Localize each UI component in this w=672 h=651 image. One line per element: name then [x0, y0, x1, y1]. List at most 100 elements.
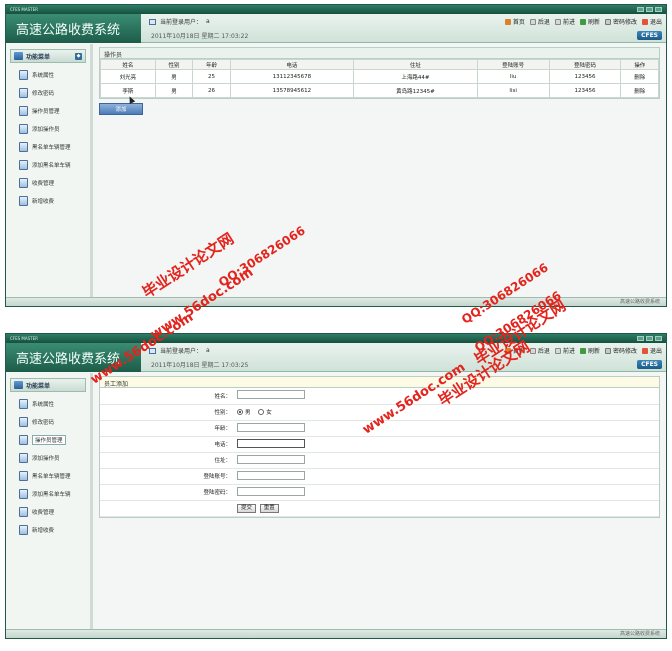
collapse-icon[interactable]: ◆	[75, 52, 82, 60]
table-cell: 13112345678	[229, 69, 355, 84]
phone-input[interactable]	[237, 438, 305, 448]
refresh-button[interactable]: 刷新	[579, 346, 600, 355]
form-row: 住址：	[100, 452, 659, 469]
gender-male-radio[interactable]: 男	[237, 408, 251, 416]
password-input[interactable]	[237, 486, 305, 496]
form-row: 登陆密码：	[100, 484, 659, 501]
change-password-label: 密码修改	[612, 348, 637, 355]
refresh-label: 刷新	[587, 348, 600, 355]
back-button[interactable]: 后退	[529, 346, 550, 355]
address-input[interactable]	[237, 454, 305, 464]
table-cell: 李斯	[100, 83, 156, 98]
maximize-button[interactable]	[646, 336, 653, 341]
close-button[interactable]	[655, 7, 662, 12]
document-icon	[19, 453, 28, 463]
forward-icon	[554, 18, 561, 25]
table-cell: 刘光亮	[100, 69, 156, 84]
sidebar-item-operator-management[interactable]: 操作员管理	[6, 102, 90, 120]
sidebar: 功能菜单 系统属性 修改密码 操作员管理 添加操作员 黑名单车辆管理 添加黑名单…	[6, 373, 93, 629]
document-icon	[19, 124, 28, 134]
sidebar-item-label: 修改密码	[32, 420, 55, 426]
account-input[interactable]	[237, 470, 305, 480]
document-icon	[19, 435, 28, 445]
logout-icon	[641, 347, 648, 354]
home-label: 首页	[512, 348, 525, 355]
sidebar-item-blacklist-management[interactable]: 黑名单车辆管理	[6, 467, 90, 485]
column-header: 年龄	[192, 59, 231, 70]
sidebar-item-add-operator[interactable]: 添加操作员	[6, 449, 90, 467]
back-label: 后退	[537, 348, 550, 355]
name-label: 姓名：	[100, 388, 237, 405]
change-password-button[interactable]: 密码修改	[604, 17, 637, 26]
submit-button[interactable]: 提交	[237, 503, 257, 513]
home-button[interactable]: 首页	[504, 346, 525, 355]
sidebar-item-label: 收费管理	[32, 510, 55, 516]
column-header: 登陆账号	[476, 59, 550, 70]
minimize-button[interactable]	[637, 336, 644, 341]
refresh-label: 刷新	[587, 19, 600, 26]
sidebar-item-add-blacklist[interactable]: 添加黑名单车辆	[6, 156, 90, 174]
home-icon	[504, 18, 511, 25]
home-button[interactable]: 首页	[504, 17, 525, 26]
gender-female-radio[interactable]: 女	[258, 408, 272, 416]
current-date: 2011年10月18日 星期二 17:03:22	[151, 33, 249, 40]
column-header: 登陆密码	[548, 59, 622, 70]
sidebar-item-add-toll[interactable]: 新增收费	[6, 521, 90, 539]
document-icon	[19, 70, 28, 80]
monitor-icon	[149, 18, 156, 25]
add-operator-button[interactable]: 添加	[99, 103, 143, 115]
sidebar-title: 功能菜单	[26, 382, 51, 390]
back-button[interactable]: 后退	[529, 17, 550, 26]
sidebar-item-add-toll[interactable]: 新增收费	[6, 192, 90, 210]
pencil-icon	[604, 347, 611, 354]
sidebar-item-label: 添加操作员	[32, 127, 60, 133]
close-button[interactable]	[655, 336, 662, 341]
panel-title: 员工添加	[100, 377, 659, 388]
sidebar-item-toll-management[interactable]: 收费管理	[6, 503, 90, 521]
form-row: 姓名：	[100, 388, 659, 405]
table-cell: lisi	[476, 83, 550, 98]
window-operator-list: CFES MASTER 高速公路收费系统 当前登录用户： a 2011年10月1…	[5, 4, 667, 307]
name-input[interactable]	[237, 390, 305, 400]
gender-male-label: 男	[245, 409, 251, 416]
back-icon	[529, 347, 536, 354]
sidebar-item-change-password[interactable]: 修改密码	[6, 84, 90, 102]
column-header: 电话	[229, 59, 355, 70]
sidebar-item-add-blacklist[interactable]: 添加黑名单车辆	[6, 485, 90, 503]
address-label: 住址：	[100, 452, 237, 469]
home-icon	[504, 347, 511, 354]
current-user: 当前登录用户： a	[149, 17, 210, 26]
sidebar-item-label: 添加黑名单车辆	[32, 492, 71, 498]
document-icon	[19, 417, 28, 427]
sidebar-item-add-operator[interactable]: 添加操作员	[6, 120, 90, 138]
sidebar-item-blacklist-management[interactable]: 黑名单车辆管理	[6, 138, 90, 156]
forward-button[interactable]: 前进	[554, 17, 575, 26]
forward-button[interactable]: 前进	[554, 346, 575, 355]
minimize-button[interactable]	[637, 7, 644, 12]
status-bar: 高速公路收费系统	[6, 297, 666, 306]
sidebar-item-label: 系统属性	[32, 73, 55, 79]
delete-link[interactable]: 删除	[634, 75, 645, 81]
table-cell: 26	[192, 83, 231, 98]
sidebar-item-label: 修改密码	[32, 91, 55, 97]
maximize-button[interactable]	[646, 7, 653, 12]
toolbar: 首页 后退 前进 刷新 密码修改 退出	[504, 17, 662, 26]
sidebar-item-toll-management[interactable]: 收费管理	[6, 174, 90, 192]
logout-button[interactable]: 退出	[641, 17, 662, 26]
sidebar-item-system-properties[interactable]: 系统属性	[6, 395, 90, 413]
age-label: 年龄：	[100, 420, 237, 437]
logout-button[interactable]: 退出	[641, 346, 662, 355]
document-icon	[19, 142, 28, 152]
change-password-button[interactable]: 密码修改	[604, 346, 637, 355]
delete-link[interactable]: 删除	[634, 89, 645, 95]
sidebar-item-system-properties[interactable]: 系统属性	[6, 66, 90, 84]
refresh-button[interactable]: 刷新	[579, 17, 600, 26]
sidebar-item-operator-management[interactable]: 操作员管理	[6, 431, 90, 449]
reset-button[interactable]: 重置	[259, 503, 279, 513]
cfes-badge: CFES	[637, 360, 662, 369]
sidebar-item-change-password[interactable]: 修改密码	[6, 413, 90, 431]
main-content: 操作员 姓名 性别 年龄 电话 住址 登陆账号 登陆密码 操作 刘光亮 男 25…	[93, 44, 666, 297]
table-cell: 男	[154, 69, 194, 84]
age-input[interactable]	[237, 422, 305, 432]
table-cell: 黄岛路12345#	[353, 83, 478, 98]
